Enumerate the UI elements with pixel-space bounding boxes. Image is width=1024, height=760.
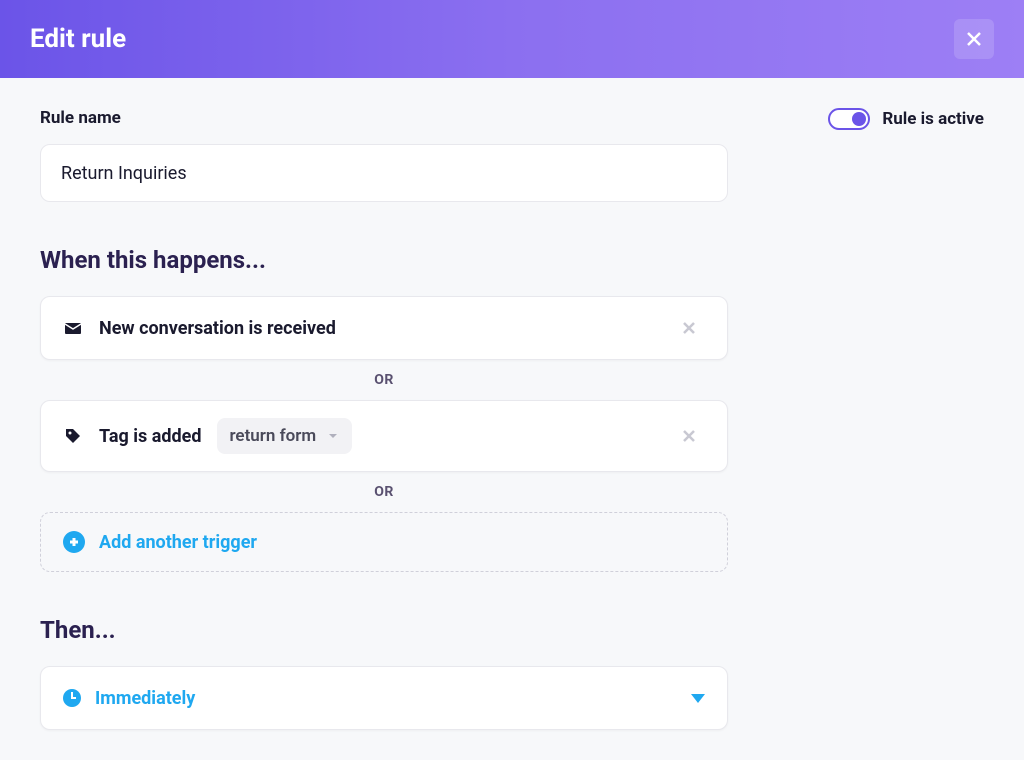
clock-icon — [63, 689, 81, 707]
tag-dropdown[interactable]: return form — [217, 418, 352, 454]
plus-circle-icon — [63, 531, 85, 553]
remove-trigger-button[interactable] — [673, 420, 705, 452]
rule-name-label: Rule name — [40, 108, 121, 128]
chevron-down-icon — [691, 694, 705, 703]
timing-dropdown[interactable]: Immediately — [40, 666, 728, 730]
trigger-card-new-conversation: New conversation is received — [40, 296, 728, 360]
trigger-text: New conversation is received — [99, 318, 336, 339]
rule-name-input[interactable] — [40, 144, 728, 202]
remove-trigger-button[interactable] — [673, 312, 705, 344]
add-trigger-button[interactable]: Add another trigger — [40, 512, 728, 572]
active-toggle-label: Rule is active — [882, 109, 984, 129]
triggers-heading: When this happens... — [40, 246, 984, 274]
or-separator: OR — [40, 372, 728, 388]
toggle-knob — [852, 112, 866, 126]
active-toggle[interactable] — [828, 108, 870, 130]
add-trigger-label: Add another trigger — [99, 532, 257, 553]
trigger-text: Tag is added — [99, 426, 201, 447]
modal-title: Edit rule — [30, 24, 126, 54]
tag-dropdown-value: return form — [229, 426, 316, 446]
mail-icon — [63, 318, 83, 338]
active-toggle-group: Rule is active — [828, 108, 984, 130]
timing-value: Immediately — [95, 688, 677, 709]
or-separator: OR — [40, 484, 728, 500]
close-button[interactable] — [954, 19, 994, 59]
close-icon — [681, 428, 697, 444]
then-heading: Then... — [40, 616, 984, 644]
tag-icon — [63, 426, 83, 446]
chevron-down-icon — [326, 429, 340, 443]
modal-header: Edit rule — [0, 0, 1024, 78]
trigger-card-tag-added: Tag is added return form — [40, 400, 728, 472]
close-icon — [965, 30, 983, 48]
close-icon — [681, 320, 697, 336]
